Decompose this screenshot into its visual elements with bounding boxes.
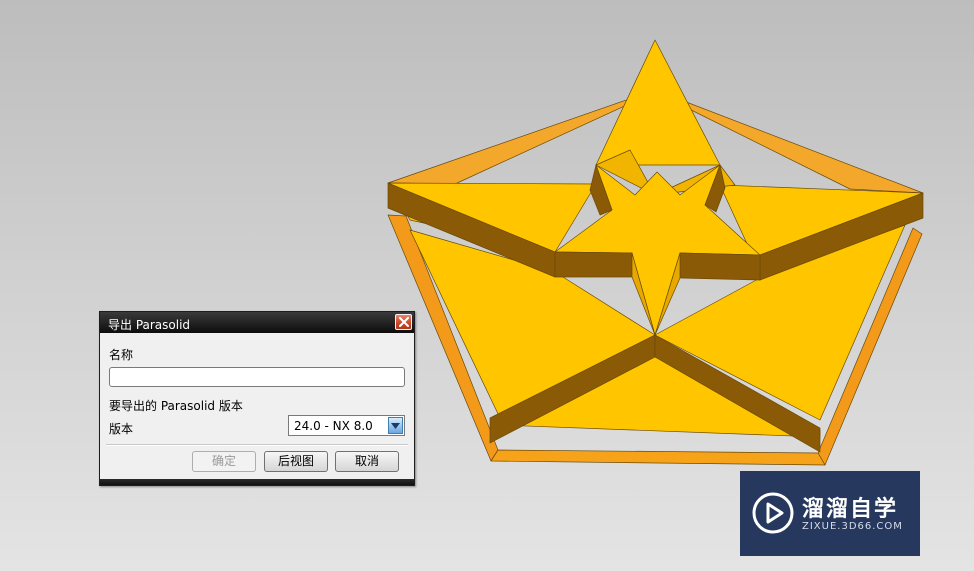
chevron-down-icon (391, 423, 400, 429)
export-parasolid-dialog: 导出 Parasolid 名称 要导出的 Parasolid 版本 版本 24.… (99, 311, 415, 486)
version-select-value: 24.0 - NX 8.0 (294, 419, 373, 433)
ok-button[interactable]: 确定 (192, 451, 256, 472)
dialog-bottom-bar (100, 479, 414, 485)
cancel-button[interactable]: 取消 (335, 451, 399, 472)
dialog-titlebar[interactable]: 导出 Parasolid (100, 312, 414, 333)
play-logo-icon (752, 492, 794, 534)
watermark-url: ZIXUE.3D66.COM (802, 521, 903, 532)
close-icon (399, 317, 409, 327)
version-select[interactable]: 24.0 - NX 8.0 (288, 415, 405, 436)
button-separator (106, 444, 408, 446)
version-dropdown-button[interactable] (388, 417, 403, 434)
version-section-label: 要导出的 Parasolid 版本 (109, 399, 243, 413)
back-view-button[interactable]: 后视图 (264, 451, 328, 472)
name-label: 名称 (109, 348, 134, 362)
version-label: 版本 (109, 422, 134, 436)
watermark-logo: 溜溜自学 ZIXUE.3D66.COM (740, 471, 920, 556)
watermark-brand: 溜溜自学 (802, 497, 899, 522)
name-input[interactable] (109, 367, 405, 387)
dialog-title: 导出 Parasolid (108, 318, 191, 332)
close-button[interactable] (395, 314, 412, 330)
